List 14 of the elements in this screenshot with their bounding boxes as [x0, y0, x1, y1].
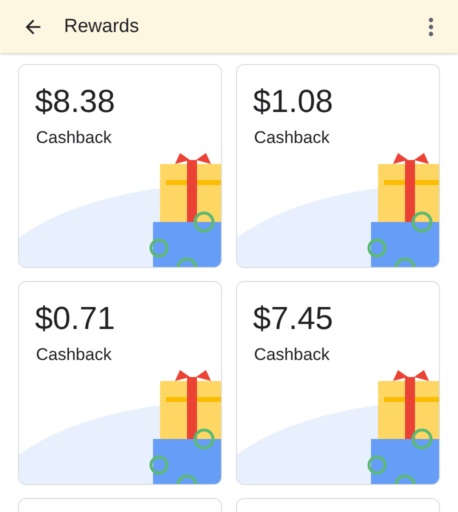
reward-card[interactable]: $7.45 Cashback: [236, 281, 440, 485]
cashback-label: Cashback: [36, 345, 113, 365]
reward-card[interactable]: $1.08 Cashback: [236, 64, 440, 268]
cashback-amount: $7.45: [253, 299, 334, 337]
more-options-icon[interactable]: [428, 16, 434, 36]
cashback-amount: $0.71: [35, 299, 116, 337]
cashback-label: Cashback: [36, 128, 113, 148]
cashback-amount: $8.38: [35, 82, 116, 120]
cashback-label: Cashback: [254, 128, 331, 148]
cashback-label: Cashback: [254, 345, 331, 365]
cashback-amount: $1.08: [253, 82, 334, 120]
screen-title: Rewards: [64, 16, 140, 38]
reward-card[interactable]: $0.71 Cashback: [18, 281, 222, 485]
reward-card[interactable]: $8.38 Cashback: [18, 64, 222, 268]
